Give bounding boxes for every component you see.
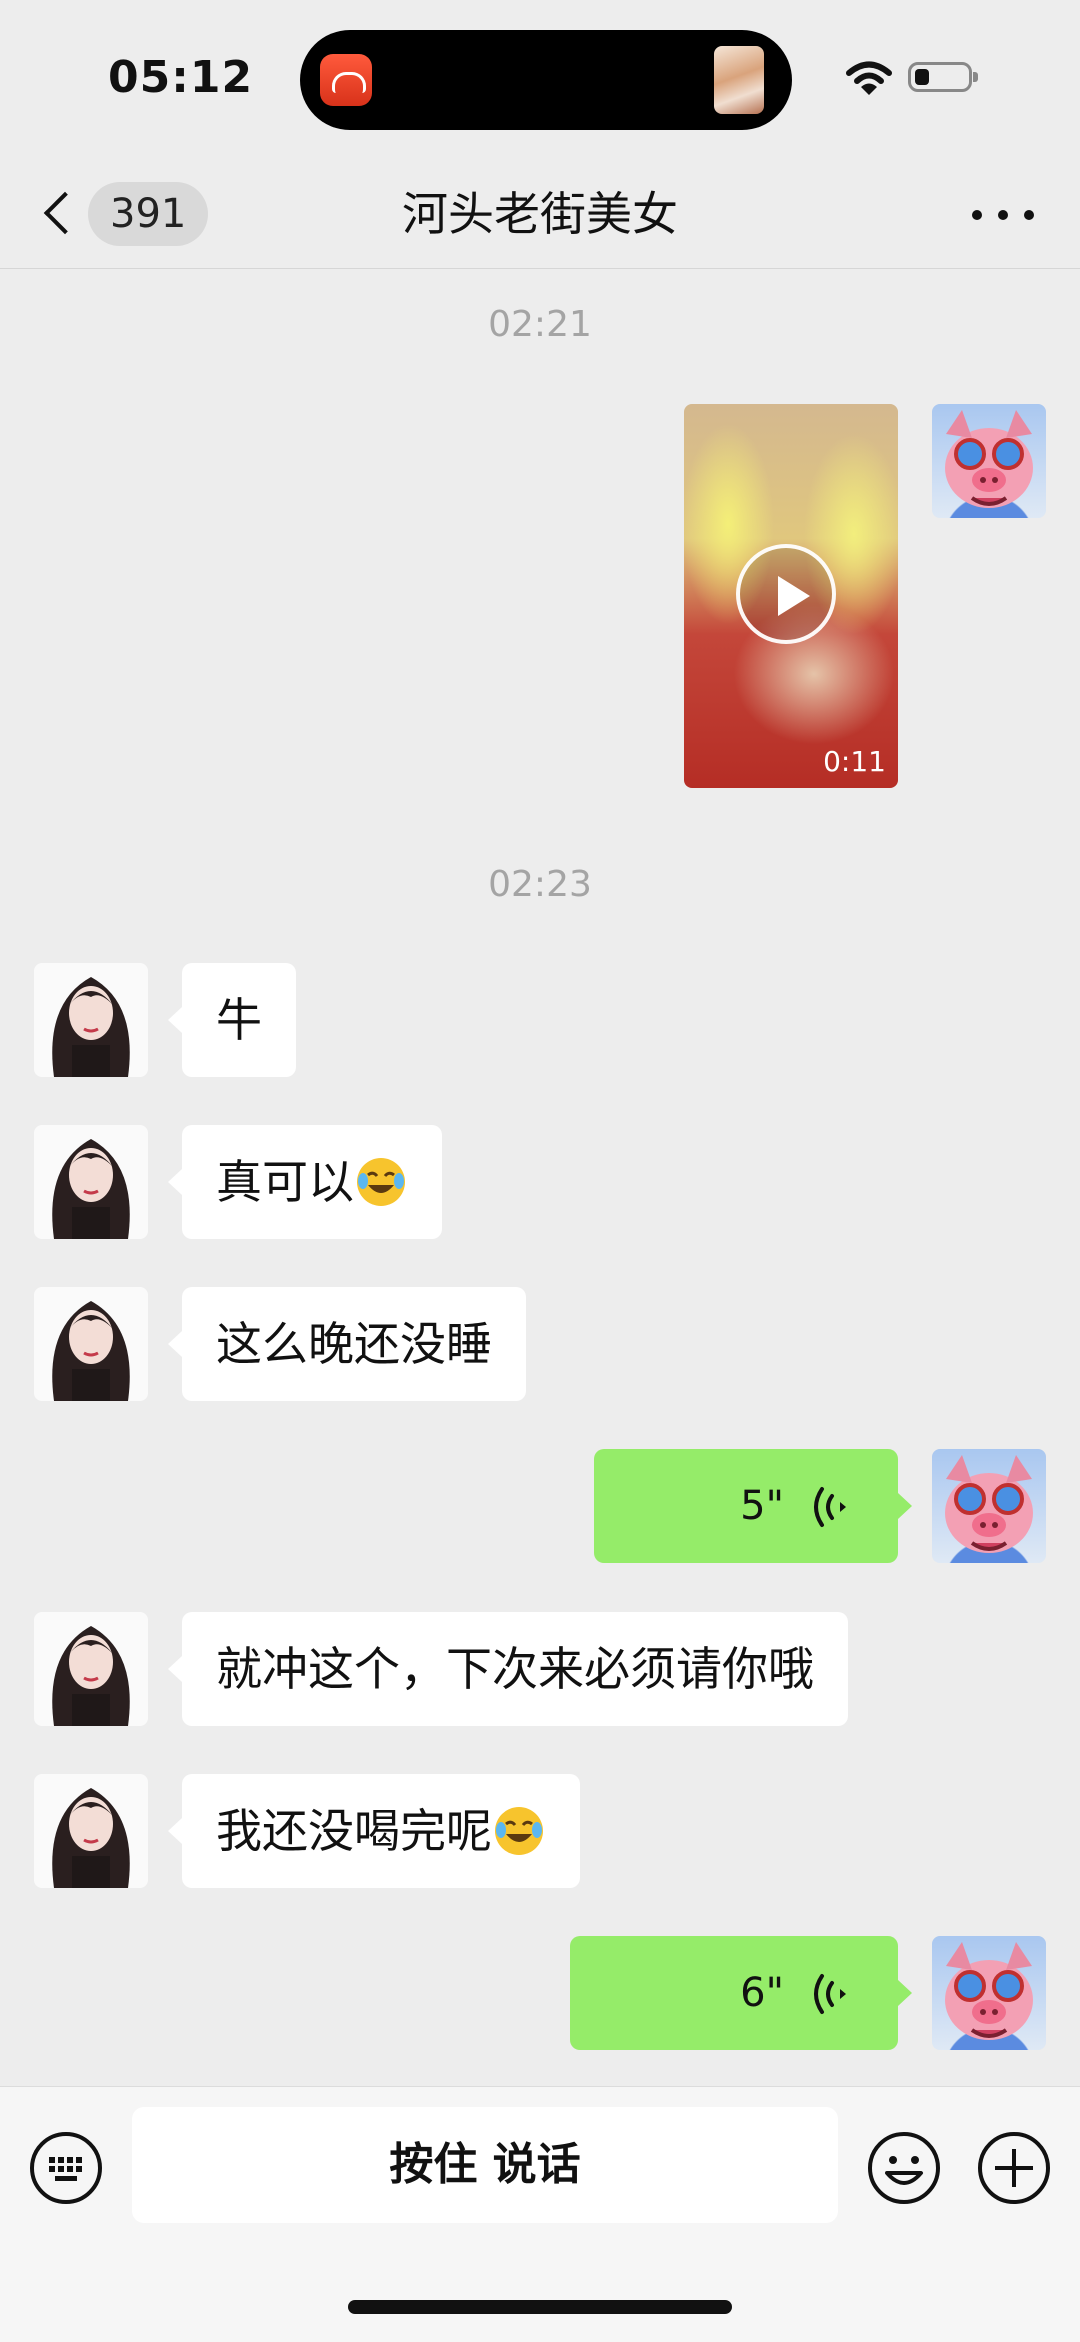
pig-avatar-icon: [945, 410, 1033, 508]
back-button[interactable]: 391: [36, 182, 209, 246]
pig-avatar-icon: [945, 1942, 1033, 2040]
voice-wave-icon: [814, 1487, 846, 1527]
status-time: 05:12: [108, 52, 254, 103]
contact-avatar[interactable]: [34, 1287, 148, 1401]
contact-avatar[interactable]: [34, 1125, 148, 1239]
play-icon[interactable]: [736, 544, 836, 644]
message-text: 我还没喝完呢: [216, 1804, 492, 1858]
message-timestamp: 02:23: [488, 864, 592, 905]
back-chevron-icon: [43, 191, 87, 235]
dynamic-island[interactable]: [300, 30, 792, 130]
home-indicator[interactable]: [348, 2300, 732, 2314]
more-dots-icon: [972, 210, 982, 220]
girl-avatar-icon: [52, 977, 130, 1077]
contact-avatar[interactable]: [34, 963, 148, 1077]
girl-avatar-icon: [52, 1301, 130, 1401]
message-text: 牛: [216, 993, 262, 1047]
battery-icon: [908, 62, 978, 92]
video-duration: 0:11: [823, 745, 886, 778]
contact-avatar[interactable]: [34, 1612, 148, 1726]
my-avatar[interactable]: [932, 404, 1046, 518]
my-avatar[interactable]: [932, 1936, 1046, 2050]
unread-count-badge: 391: [88, 182, 209, 246]
hold-to-talk-button[interactable]: 按住 说话: [132, 2107, 838, 2223]
message-text: 就冲这个，下次来必须请你哦: [216, 1642, 814, 1696]
message-text: 这么晚还没睡: [216, 1317, 492, 1371]
live-activity-app-icon: [320, 54, 372, 106]
plus-icon[interactable]: [977, 2131, 1051, 2205]
pig-avatar-icon: [945, 1455, 1033, 1553]
girl-avatar-icon: [52, 1626, 130, 1726]
girl-avatar-icon: [52, 1788, 130, 1888]
voice-wave-icon: [814, 1974, 846, 2014]
message-bubble[interactable]: 牛: [168, 963, 296, 1077]
message-bubble[interactable]: 就冲这个，下次来必须请你哦: [168, 1612, 848, 1726]
video-message[interactable]: 0:11: [684, 404, 898, 788]
message-timestamp: 02:21: [488, 304, 592, 345]
message-text: 真可以: [216, 1155, 354, 1209]
voice-message[interactable]: 6": [570, 1936, 912, 2050]
voice-duration: 5": [740, 1483, 784, 1529]
message-bubble[interactable]: 真可以: [168, 1125, 442, 1239]
message-bubble[interactable]: 这么晚还没睡: [168, 1287, 526, 1401]
message-bubble[interactable]: 我还没喝完呢: [168, 1774, 580, 1888]
emoji-icon[interactable]: [867, 2131, 941, 2205]
wifi-icon: [846, 61, 892, 95]
status-bar: 05:12: [0, 0, 1080, 160]
my-avatar[interactable]: [932, 1449, 1046, 1563]
live-activity-thumbnail: [714, 46, 764, 114]
girl-avatar-icon: [52, 1139, 130, 1239]
voice-duration: 6": [740, 1970, 784, 2016]
chat-title: 河头老街美女: [402, 187, 678, 241]
crying-laughing-emoji: [495, 1806, 543, 1855]
chat-header: 391 河头老街美女: [0, 160, 1080, 269]
more-options-button[interactable]: [968, 188, 1038, 240]
keyboard-icon[interactable]: [29, 2131, 103, 2205]
contact-avatar[interactable]: [34, 1774, 148, 1888]
crying-laughing-emoji: [357, 1157, 405, 1206]
voice-message[interactable]: 5": [594, 1449, 912, 1563]
